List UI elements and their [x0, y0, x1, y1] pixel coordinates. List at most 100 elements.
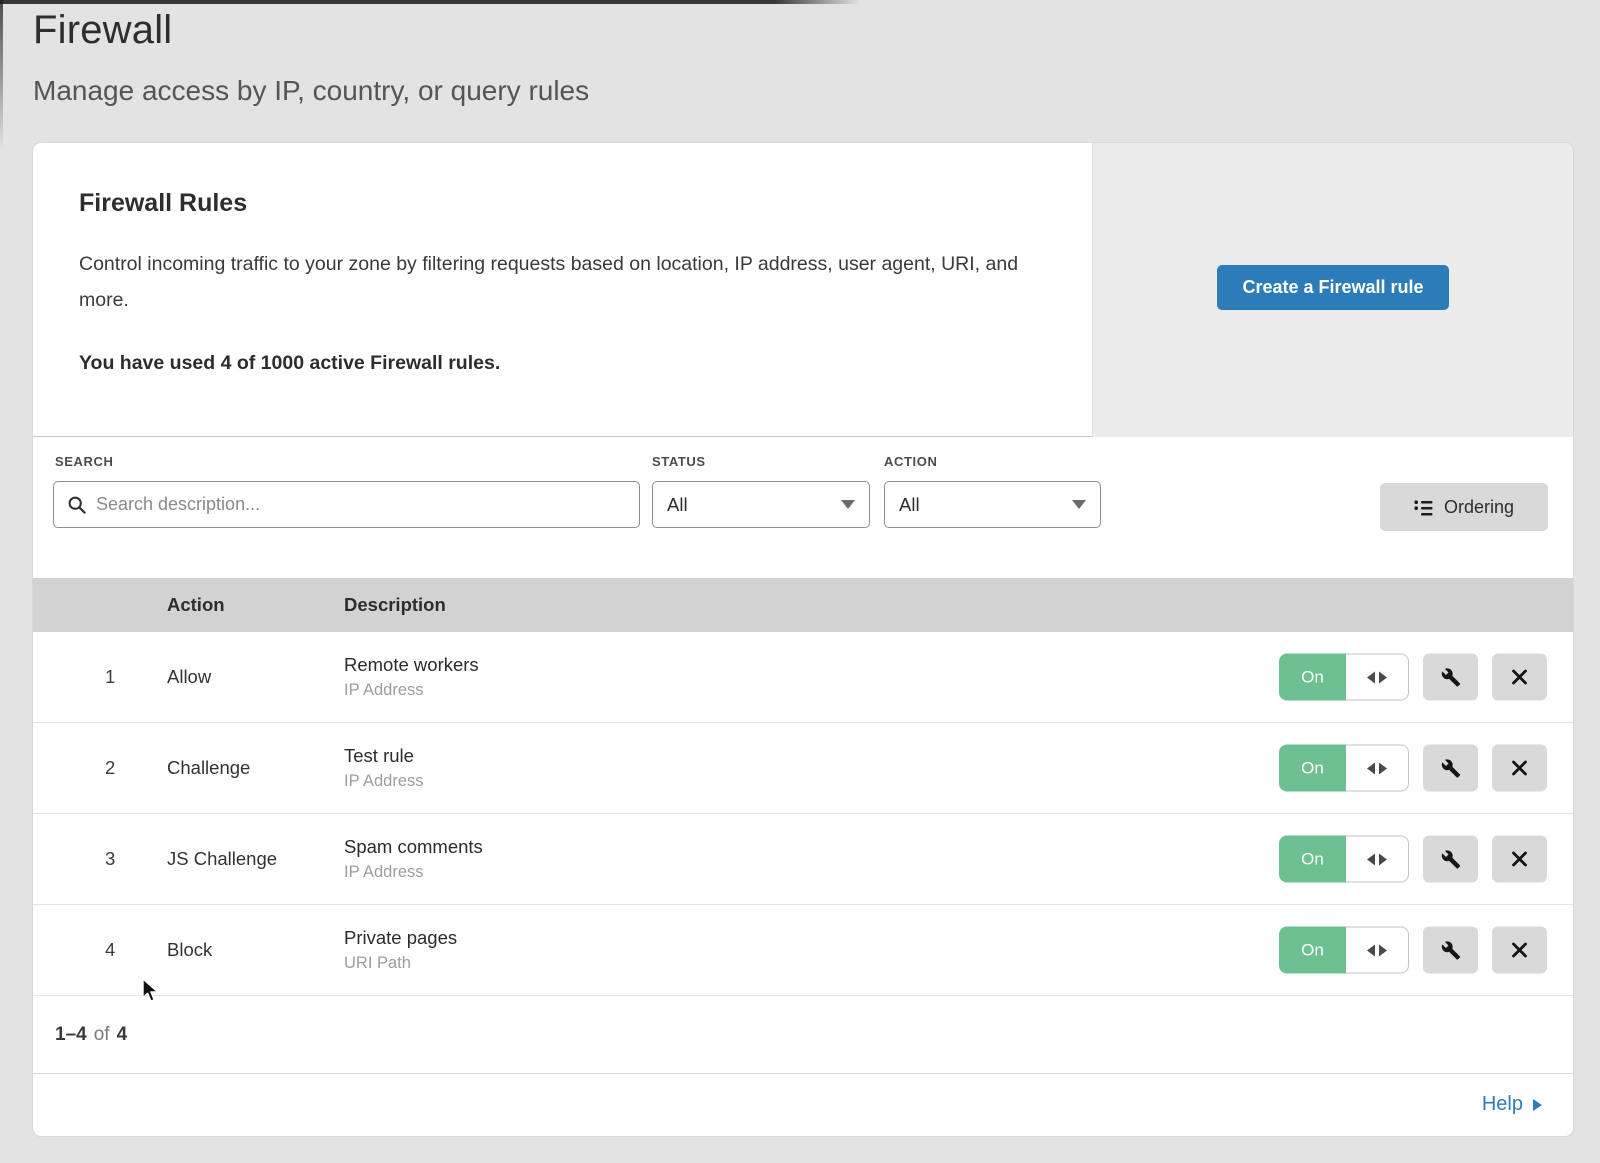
rule-description-cell: Remote workers IP Address	[344, 654, 479, 700]
pagination-range: 1–4	[55, 1024, 87, 1046]
rule-description-cell: Test rule IP Address	[344, 745, 424, 791]
wrench-icon	[1441, 667, 1461, 687]
rule-priority: 1	[33, 666, 167, 688]
help-link-label: Help	[1482, 1093, 1523, 1116]
table-row: 1 Allow Remote workers IP Address On	[33, 632, 1573, 723]
help-arrow-icon	[1533, 1099, 1542, 1111]
rule-field-type: IP Address	[344, 772, 424, 791]
column-action: Action	[167, 594, 344, 616]
rules-info-section: Firewall Rules Control incoming traffic …	[33, 143, 1573, 437]
chevron-down-icon	[841, 500, 855, 509]
table-row: 4 Block Private pages URI Path On	[33, 905, 1573, 996]
rule-action: Block	[167, 939, 344, 961]
panel-footer: Help	[33, 1074, 1573, 1135]
toggle-right-arrow-icon	[1379, 671, 1387, 683]
create-firewall-rule-button[interactable]: Create a Firewall rule	[1217, 265, 1448, 310]
action-select-value: All	[899, 494, 920, 516]
delete-rule-button[interactable]	[1492, 745, 1547, 792]
toggle-left-arrow-icon	[1367, 671, 1375, 683]
rule-field-type: URI Path	[344, 954, 457, 973]
page-header: Firewall Manage access by IP, country, o…	[33, 8, 589, 107]
status-select-value: All	[667, 494, 688, 516]
column-description: Description	[344, 594, 446, 616]
capture-edge-artifact-top	[0, 0, 860, 4]
ordering-list-icon	[1414, 499, 1433, 516]
rules-usage-count: You have used 4 of 1000 active Firewall …	[79, 352, 1069, 375]
close-icon	[1511, 760, 1528, 777]
create-rule-panel: Create a Firewall rule	[1092, 143, 1573, 437]
toggle-handle[interactable]	[1346, 836, 1409, 883]
edit-rule-button[interactable]	[1423, 745, 1478, 792]
table-row: 3 JS Challenge Spam comments IP Address …	[33, 814, 1573, 905]
action-select[interactable]: All	[884, 481, 1101, 528]
rule-priority: 4	[33, 939, 167, 961]
rules-info: Firewall Rules Control incoming traffic …	[79, 189, 1069, 375]
wrench-icon	[1441, 940, 1461, 960]
ordering-button-label: Ordering	[1444, 497, 1514, 518]
rule-description: Remote workers	[344, 654, 479, 676]
close-icon	[1511, 942, 1528, 959]
delete-rule-button[interactable]	[1492, 654, 1547, 701]
close-icon	[1511, 851, 1528, 868]
toggle-right-arrow-icon	[1379, 762, 1387, 774]
help-link[interactable]: Help	[1482, 1093, 1542, 1116]
close-icon	[1511, 669, 1528, 686]
wrench-icon	[1441, 758, 1461, 778]
toggle-left-arrow-icon	[1367, 762, 1375, 774]
table-header: Action Description	[33, 578, 1573, 632]
search-box[interactable]	[53, 481, 640, 528]
pagination: 1–4 of 4	[33, 996, 1573, 1074]
search-label: SEARCH	[55, 454, 114, 469]
toggle-on-label: On	[1279, 654, 1346, 701]
row-controls: On	[1279, 745, 1547, 792]
rule-field-type: IP Address	[344, 681, 479, 700]
rule-description-cell: Spam comments IP Address	[344, 836, 483, 882]
wrench-icon	[1441, 849, 1461, 869]
rule-action: Allow	[167, 666, 344, 688]
row-controls: On	[1279, 927, 1547, 974]
rule-description: Test rule	[344, 745, 424, 767]
rule-enabled-toggle[interactable]: On	[1279, 927, 1409, 974]
rules-description: Control incoming traffic to your zone by…	[79, 246, 1069, 318]
status-select[interactable]: All	[652, 481, 870, 528]
row-controls: On	[1279, 836, 1547, 883]
table-row: 2 Challenge Test rule IP Address On	[33, 723, 1573, 814]
pagination-of: of	[94, 1024, 110, 1046]
rule-action: JS Challenge	[167, 848, 344, 870]
rule-field-type: IP Address	[344, 863, 483, 882]
toggle-right-arrow-icon	[1379, 853, 1387, 865]
toggle-on-label: On	[1279, 836, 1346, 883]
edit-rule-button[interactable]	[1423, 654, 1478, 701]
rule-enabled-toggle[interactable]: On	[1279, 745, 1409, 792]
rule-priority: 3	[33, 848, 167, 870]
rule-action: Challenge	[167, 757, 344, 779]
toggle-handle[interactable]	[1346, 927, 1409, 974]
action-label: ACTION	[884, 454, 937, 469]
toggle-handle[interactable]	[1346, 745, 1409, 792]
chevron-down-icon	[1072, 500, 1086, 509]
toggle-right-arrow-icon	[1379, 944, 1387, 956]
delete-rule-button[interactable]	[1492, 836, 1547, 883]
capture-edge-artifact-left	[0, 0, 3, 150]
rules-heading: Firewall Rules	[79, 189, 1069, 218]
toggle-left-arrow-icon	[1367, 944, 1375, 956]
firewall-rules-panel: Firewall Rules Control incoming traffic …	[33, 143, 1573, 1136]
toggle-on-label: On	[1279, 927, 1346, 974]
rule-priority: 2	[33, 757, 167, 779]
toggle-handle[interactable]	[1346, 654, 1409, 701]
row-controls: On	[1279, 654, 1547, 701]
edit-rule-button[interactable]	[1423, 927, 1478, 974]
rule-enabled-toggle[interactable]: On	[1279, 654, 1409, 701]
rule-enabled-toggle[interactable]: On	[1279, 836, 1409, 883]
search-input[interactable]	[96, 494, 639, 515]
pagination-total: 4	[117, 1024, 128, 1046]
page-subtitle: Manage access by IP, country, or query r…	[33, 75, 589, 107]
page-title: Firewall	[33, 8, 589, 53]
edit-rule-button[interactable]	[1423, 836, 1478, 883]
ordering-button[interactable]: Ordering	[1380, 483, 1548, 531]
delete-rule-button[interactable]	[1492, 927, 1547, 974]
toggle-on-label: On	[1279, 745, 1346, 792]
status-label: STATUS	[652, 454, 706, 469]
search-icon	[67, 495, 87, 515]
filter-section: SEARCH STATUS All ACTION All	[33, 437, 1573, 578]
